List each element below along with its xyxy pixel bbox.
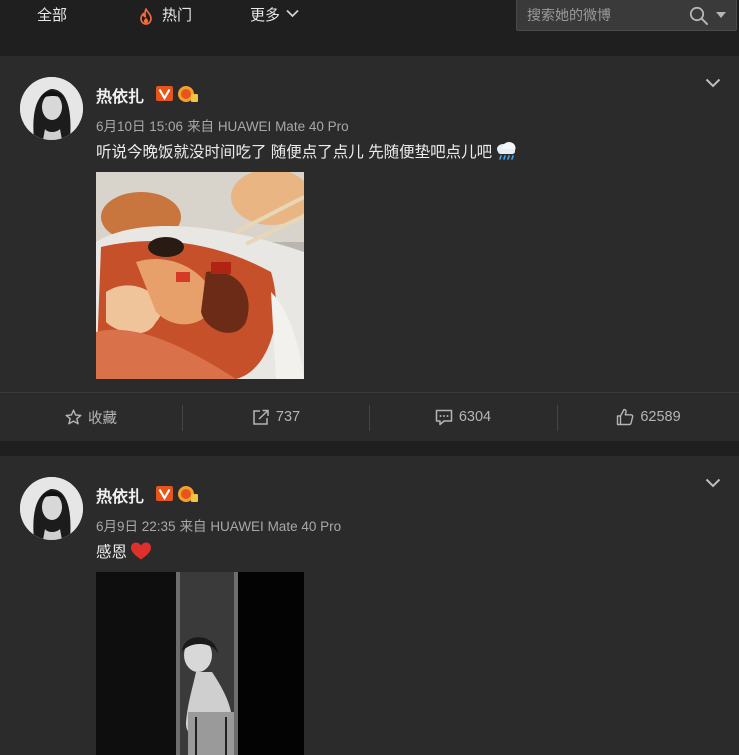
post-timestamp[interactable]: 6月10日 15:06 <box>96 119 183 134</box>
avatar[interactable] <box>20 77 83 140</box>
nav-tab-more-label: 更多 <box>250 7 281 24</box>
rain-cloud-emoji-icon <box>494 141 518 166</box>
post-image[interactable] <box>96 172 304 379</box>
search-box <box>516 0 737 31</box>
top-nav: 全部 热门 更多 <box>0 0 739 38</box>
heart-emoji-icon <box>129 541 153 566</box>
username[interactable]: 热依扎 <box>96 483 144 507</box>
like-button[interactable]: 62589 <box>558 393 739 441</box>
post-text-content: 感恩 <box>96 544 128 561</box>
favorite-label: 收藏 <box>88 410 117 427</box>
nav-tab-all-label: 全部 <box>37 7 68 24</box>
avatar[interactable] <box>20 477 83 540</box>
repost-count: 737 <box>275 409 301 425</box>
nav-tab-hot-label: 热门 <box>162 7 193 24</box>
user-badges <box>155 84 199 109</box>
chevron-down-icon <box>286 9 299 18</box>
share-icon <box>253 409 269 425</box>
chevron-down-icon[interactable] <box>705 478 721 488</box>
favorite-button[interactable]: 收藏 <box>0 393 182 441</box>
verified-badge-icon[interactable] <box>155 84 199 104</box>
nav-tab-all[interactable]: 全部 <box>37 0 67 34</box>
verified-badge-icon[interactable] <box>155 484 199 504</box>
post-timestamp[interactable]: 6月9日 22:35 <box>96 519 176 534</box>
user-badges <box>155 484 199 509</box>
post-text: 感恩 <box>96 540 153 566</box>
post-card: 热依扎 6月10日 15:06 来自 HUAWEI Mate 40 Pro 听说今… <box>0 56 739 441</box>
search-icon[interactable] <box>689 6 709 26</box>
post-meta: 6月10日 15:06 来自 HUAWEI Mate 40 Pro <box>96 115 349 135</box>
flame-icon <box>140 8 152 25</box>
post-meta: 6月9日 22:35 来自 HUAWEI Mate 40 Pro <box>96 515 341 535</box>
search-options-caret[interactable] <box>716 12 726 18</box>
post-source: 来自 HUAWEI Mate 40 Pro <box>179 519 342 534</box>
post-image[interactable] <box>96 572 304 755</box>
divider <box>182 405 183 431</box>
thumbs-up-icon <box>617 408 634 426</box>
chevron-down-icon[interactable] <box>705 78 721 88</box>
like-count: 62589 <box>640 409 681 425</box>
comment-count: 6304 <box>458 409 492 425</box>
username[interactable]: 热依扎 <box>96 83 144 107</box>
comment-button[interactable]: 6304 <box>370 393 556 441</box>
star-icon <box>65 409 82 424</box>
repost-button[interactable]: 737 <box>184 393 368 441</box>
post-card: 热依扎 6月9日 22:35 来自 HUAWEI Mate 40 Pro 感恩 <box>0 456 739 755</box>
post-text-content: 听说今晚饭就没时间吃了 随便点了点儿 先随便垫吧点儿吧 <box>96 144 493 161</box>
post-text: 听说今晚饭就没时间吃了 随便点了点儿 先随便垫吧点儿吧 <box>96 140 518 166</box>
post-source: 来自 HUAWEI Mate 40 Pro <box>187 119 349 134</box>
nav-tab-more[interactable]: 更多 <box>250 0 299 34</box>
comment-icon <box>435 409 453 425</box>
post-actions: 收藏 737 6304 62589 <box>0 392 739 440</box>
search-input[interactable] <box>527 0 687 30</box>
